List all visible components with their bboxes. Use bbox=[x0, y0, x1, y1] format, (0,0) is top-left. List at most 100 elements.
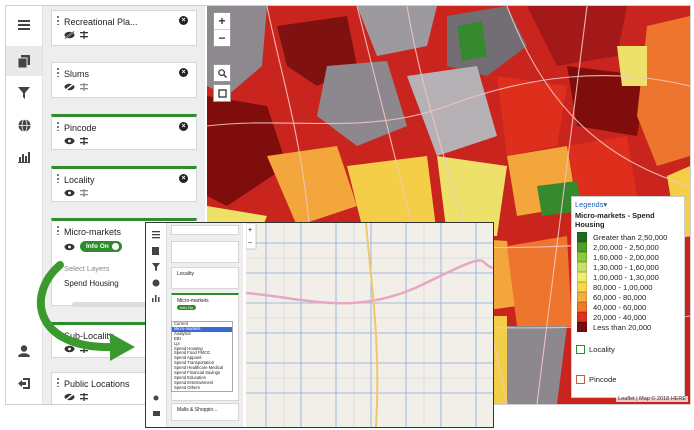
legend-item-label: 60,000 - 80,000 bbox=[593, 292, 647, 302]
zoom-out-button[interactable]: − bbox=[214, 30, 230, 46]
map-attribution[interactable]: Leaflet | Map © 2018 HERE bbox=[616, 396, 688, 402]
drag-handle-icon[interactable] bbox=[57, 122, 59, 131]
drag-handle-icon[interactable] bbox=[57, 226, 59, 235]
zoom-control: + − bbox=[213, 12, 231, 47]
eye-slash-icon[interactable] bbox=[64, 83, 75, 91]
legend-item: 20,000 - 40,000 bbox=[577, 312, 684, 322]
inset-card-top bbox=[171, 225, 239, 235]
layer-name: Locality bbox=[64, 175, 95, 185]
info-toggle-label: Info On bbox=[86, 243, 109, 250]
close-icon[interactable]: × bbox=[179, 68, 188, 77]
sliders-icon[interactable] bbox=[80, 137, 88, 145]
legend-item: 40,000 - 60,000 bbox=[577, 302, 684, 312]
inset-layers-panel: Locality Micro-markets Info On Current Mi… bbox=[167, 223, 243, 427]
legend-item: 1,30,000 - 1,60,000 bbox=[577, 262, 684, 272]
close-icon[interactable]: × bbox=[179, 16, 188, 25]
legend-swatch bbox=[577, 302, 587, 312]
filter-icon[interactable] bbox=[6, 78, 42, 108]
inset-card-label: Malls & Shoppin... bbox=[177, 407, 218, 413]
inset-dropdown-option: Spend Others bbox=[174, 384, 200, 390]
sliders-icon[interactable] bbox=[80, 83, 88, 91]
drag-handle-icon[interactable] bbox=[57, 68, 59, 77]
legend-swatch bbox=[577, 262, 587, 272]
legend-item-label: Greater than 2,50,000 bbox=[593, 232, 668, 242]
layer-card-slums[interactable]: Slums × bbox=[51, 62, 197, 98]
inset-card-malls: Malls & Shoppin... bbox=[171, 403, 239, 421]
legend-item-label: 1,00,000 - 1,30,000 bbox=[593, 272, 659, 282]
legend-item: 60,000 - 80,000 bbox=[577, 292, 684, 302]
sliders-icon[interactable] bbox=[80, 31, 88, 39]
logout-icon[interactable] bbox=[6, 368, 42, 398]
legend-swatch bbox=[577, 252, 587, 262]
map-legend: Legends▾ Micro-markets - Spend Housing G… bbox=[571, 196, 685, 398]
draw-rectangle-icon[interactable] bbox=[213, 84, 231, 102]
sliders-icon[interactable] bbox=[80, 393, 88, 401]
info-toggle[interactable]: Info On bbox=[80, 241, 122, 252]
legend-item: 80,000 - 1,00,000 bbox=[577, 282, 684, 292]
inset-card-locality: Locality bbox=[171, 267, 239, 289]
eye-icon[interactable] bbox=[64, 137, 75, 145]
sliders-icon[interactable] bbox=[80, 189, 88, 197]
svg-text:+: + bbox=[248, 227, 252, 234]
locality-swatch bbox=[576, 345, 585, 354]
legend-title: Micro-markets - Spend Housing bbox=[575, 211, 655, 229]
layer-name: Public Locations bbox=[64, 379, 130, 389]
menu-icon[interactable] bbox=[6, 10, 42, 40]
svg-text:−: − bbox=[248, 240, 252, 247]
drag-handle-icon[interactable] bbox=[57, 378, 59, 387]
inset-dropdown: Current Micro-markets Analytics EBI Lpi Spend… bbox=[171, 321, 233, 392]
inset-toggle: Info On bbox=[177, 305, 197, 310]
eye-slash-icon[interactable] bbox=[64, 31, 75, 39]
layers-icon[interactable] bbox=[6, 46, 42, 76]
globe-icon[interactable] bbox=[6, 110, 42, 140]
inset-card-label: Micro-markets bbox=[177, 298, 209, 304]
curved-arrow bbox=[36, 261, 135, 361]
legend-item: Greater than 2,50,000 bbox=[577, 232, 684, 242]
legend-swatch bbox=[577, 292, 587, 302]
legend-swatch bbox=[577, 282, 587, 292]
legend-item: Less than 20,000 bbox=[577, 322, 684, 332]
legend-swatch bbox=[577, 272, 587, 282]
pincode-swatch bbox=[576, 375, 585, 384]
layer-name: Pincode bbox=[64, 123, 97, 133]
legend-swatch bbox=[577, 322, 587, 332]
layer-card-recreational[interactable]: Recreational Pla... × bbox=[51, 10, 197, 46]
search-icon[interactable] bbox=[213, 64, 231, 82]
eye-icon[interactable] bbox=[64, 243, 75, 251]
inset-card-label: Locality bbox=[177, 271, 194, 277]
legend-item-label: 80,000 - 1,00,000 bbox=[593, 282, 653, 292]
legend-pincode-label: Pincode bbox=[589, 375, 617, 384]
layer-name: Slums bbox=[64, 69, 90, 79]
legend-locality: Locality bbox=[576, 345, 615, 354]
legend-item-label: Less than 20,000 bbox=[593, 322, 652, 332]
legend-item: 1,00,000 - 1,30,000 bbox=[577, 272, 684, 282]
layer-name: Micro-markets bbox=[64, 227, 122, 237]
eye-icon[interactable] bbox=[64, 189, 75, 197]
drag-handle-icon[interactable] bbox=[57, 16, 59, 25]
close-icon[interactable]: × bbox=[179, 174, 188, 183]
inset-screenshot: Locality Micro-markets Info On Current Mi… bbox=[145, 222, 494, 428]
legend-item: 2,00,000 - 2,50,000 bbox=[577, 242, 684, 252]
legend-item-label: 1,60,000 - 2,00,000 bbox=[593, 252, 659, 262]
legend-item-label: 2,00,000 - 2,50,000 bbox=[593, 242, 659, 252]
legend-pincode: Pincode bbox=[576, 375, 616, 384]
layer-name: Recreational Pla... bbox=[64, 17, 138, 27]
legend-swatch bbox=[577, 242, 587, 252]
layer-card-pincode[interactable]: Pincode × bbox=[51, 114, 197, 150]
legend-item-label: 20,000 - 40,000 bbox=[593, 312, 647, 322]
legend-locality-label: Locality bbox=[589, 345, 615, 354]
inset-card bbox=[171, 241, 239, 263]
legend-swatch bbox=[577, 232, 587, 242]
legend-item-label: 1,30,000 - 1,60,000 bbox=[593, 262, 659, 272]
legend-item-label: 40,000 - 60,000 bbox=[593, 302, 647, 312]
legend-header[interactable]: Legends▾ bbox=[575, 200, 681, 209]
layer-card-locality[interactable]: Locality × bbox=[51, 166, 197, 202]
legend-item: 1,60,000 - 2,00,000 bbox=[577, 252, 684, 262]
close-icon[interactable]: × bbox=[179, 122, 188, 131]
inset-street-map: + − bbox=[246, 223, 493, 427]
drag-handle-icon[interactable] bbox=[57, 174, 59, 183]
zoom-in-button[interactable]: + bbox=[214, 13, 230, 30]
inset-icon-rail bbox=[146, 223, 167, 427]
eye-slash-icon[interactable] bbox=[64, 393, 75, 401]
bar-chart-icon[interactable] bbox=[6, 142, 42, 172]
